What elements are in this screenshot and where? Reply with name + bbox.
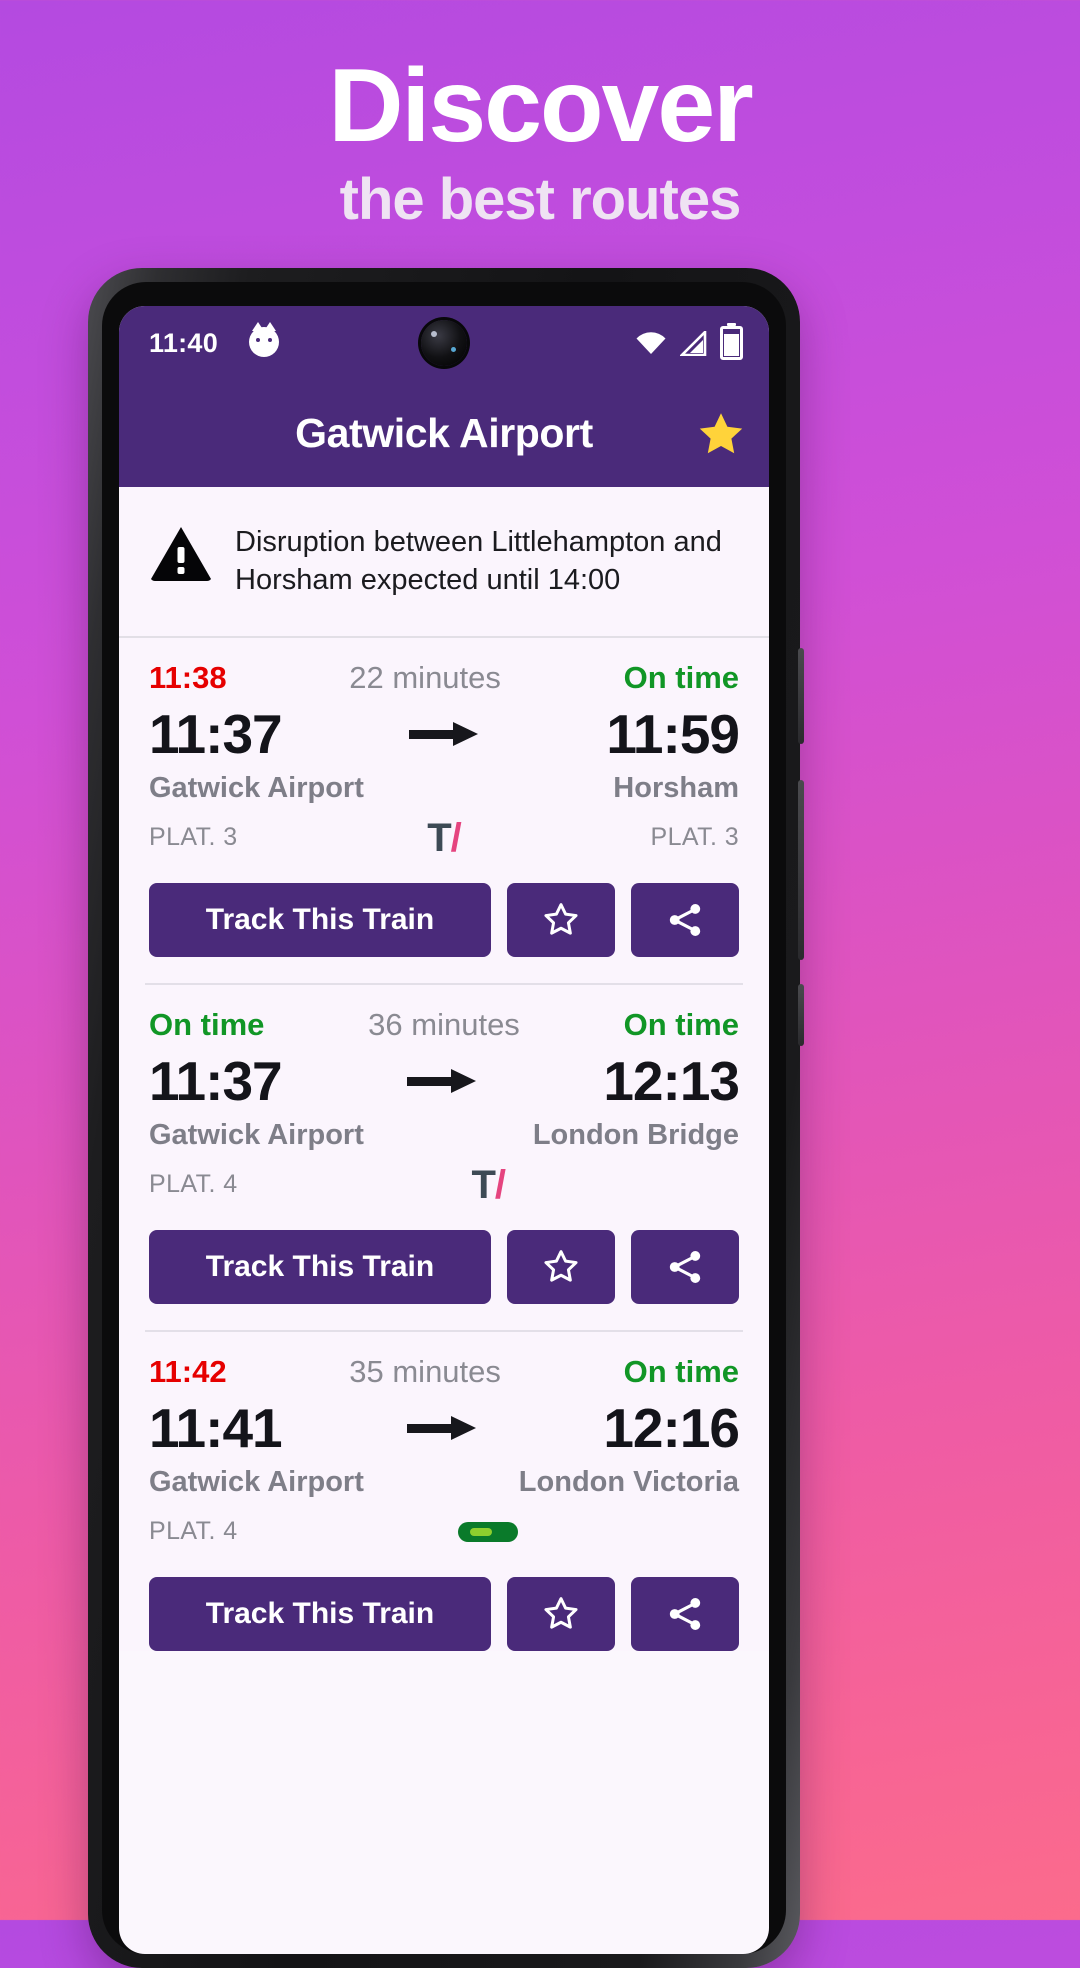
status-bar-time: 11:40 xyxy=(149,327,219,358)
promo-header: Discover the best routes xyxy=(0,0,1080,232)
origin-platform: PLAT. 3 xyxy=(149,823,238,852)
track-this-train-button[interactable]: Track This Train xyxy=(149,1229,491,1304)
status-bar: 11:40 xyxy=(119,306,769,380)
actions-row: Track This Train xyxy=(149,1576,739,1651)
arrival-status: On time xyxy=(623,1006,739,1042)
share-icon xyxy=(669,1597,701,1630)
status-row: On time 36 minutes On time xyxy=(149,1007,739,1043)
origin-platform: PLAT. 4 xyxy=(149,1517,238,1546)
phone-screen: 11:40 Gatwick Airport Disruption between… xyxy=(119,306,769,1954)
times-row: 11:37 12:13 xyxy=(149,1049,740,1113)
track-this-train-button[interactable]: Track This Train xyxy=(149,1576,491,1651)
disruption-text: Disruption between Littlehampton and Hor… xyxy=(235,526,722,597)
share-train-button[interactable] xyxy=(631,882,739,957)
star-outline-icon xyxy=(544,1249,578,1282)
expected-time: 11:42 xyxy=(149,1353,227,1389)
destination-station: Horsham xyxy=(613,771,739,804)
origin-station: Gatwick Airport xyxy=(149,1118,364,1151)
arrow-right-icon xyxy=(407,1415,477,1440)
star-filled-icon[interactable] xyxy=(697,410,745,458)
phone-volume-button xyxy=(798,780,804,960)
platform-row: PLAT. 4 xyxy=(149,1509,739,1555)
arrival-status: On time xyxy=(623,659,739,695)
share-train-button[interactable] xyxy=(631,1576,739,1651)
origin-station: Gatwick Airport xyxy=(149,1465,364,1498)
page-title: Gatwick Airport xyxy=(295,410,593,456)
departure-row[interactable]: On time 36 minutes On time 11:37 12:13 Gatwic… xyxy=(119,985,769,1304)
disruption-banner[interactable]: Disruption between Littlehampton and Hor… xyxy=(119,487,769,638)
wifi-icon xyxy=(636,332,666,354)
arrival-time: 11:59 xyxy=(606,702,740,765)
destination-platform: PLAT. 3 xyxy=(650,823,739,852)
operator-logo-thameslink: T/ xyxy=(471,1162,506,1207)
arrival-status: On time xyxy=(623,1353,739,1389)
stations-row: Gatwick Airport London Victoria xyxy=(149,1466,739,1499)
journey-duration: 35 minutes xyxy=(349,1353,501,1389)
origin-platform: PLAT. 4 xyxy=(149,1170,238,1199)
promo-title: Discover xyxy=(328,48,753,164)
phone-bezel: 11:40 Gatwick Airport Disruption between… xyxy=(102,282,786,1954)
favourite-train-button[interactable] xyxy=(507,1229,615,1304)
status-row: 11:42 35 minutes On time xyxy=(149,1354,739,1390)
arrival-time: 12:13 xyxy=(603,1049,740,1112)
times-row: 11:37 11:59 xyxy=(149,702,740,766)
destination-station: London Bridge xyxy=(532,1118,739,1151)
cellular-signal-icon xyxy=(680,330,707,356)
share-train-button[interactable] xyxy=(631,1229,739,1304)
share-icon xyxy=(669,903,701,936)
share-icon xyxy=(669,1250,701,1283)
favourite-train-button[interactable] xyxy=(507,882,615,957)
departure-time: 11:37 xyxy=(149,702,283,765)
operator-logo: T/ xyxy=(238,1165,740,1205)
phone-mockup: 11:40 Gatwick Airport Disruption between… xyxy=(88,268,804,1968)
battery-icon xyxy=(720,323,743,360)
stations-row: Gatwick Airport Horsham xyxy=(149,772,739,805)
operator-logo-southern xyxy=(458,1521,519,1542)
departure-list: 11:38 22 minutes On time 11:37 11:59 Gatwick … xyxy=(119,637,769,1651)
front-camera-punch-hole xyxy=(421,320,467,366)
departure-row[interactable]: 11:38 22 minutes On time 11:37 11:59 Gatwick … xyxy=(119,638,769,957)
platform-row: PLAT. 3 T/PLAT. 3 xyxy=(149,815,739,861)
arrow-right-icon xyxy=(407,1068,477,1093)
star-outline-icon xyxy=(544,902,578,935)
origin-station: Gatwick Airport xyxy=(149,771,364,804)
departure-time: 11:41 xyxy=(149,1396,283,1459)
journey-duration: 36 minutes xyxy=(368,1006,520,1042)
departure-row[interactable]: 11:42 35 minutes On time 11:41 12:16 Gatwick … xyxy=(119,1332,769,1651)
actions-row: Track This Train xyxy=(149,882,739,957)
arrow-right-icon xyxy=(409,721,478,746)
app-bar: Gatwick Airport xyxy=(119,380,769,487)
expected-time: 11:38 xyxy=(149,659,227,695)
expected-time: On time xyxy=(149,1006,265,1042)
star-outline-icon xyxy=(544,1596,578,1629)
stations-row: Gatwick Airport London Bridge xyxy=(149,1119,739,1152)
operator-logo: T/ xyxy=(238,818,651,858)
status-bar-icons xyxy=(635,323,743,360)
departure-time: 11:37 xyxy=(149,1049,283,1112)
operator-logo xyxy=(238,1521,740,1542)
phone-side-button xyxy=(798,648,804,744)
status-row: 11:38 22 minutes On time xyxy=(149,660,739,696)
warning-triangle-icon xyxy=(151,527,211,581)
cat-icon xyxy=(249,322,279,357)
operator-logo-thameslink: T/ xyxy=(427,815,462,860)
journey-duration: 22 minutes xyxy=(349,659,501,695)
times-row: 11:41 12:16 xyxy=(149,1396,740,1460)
track-this-train-button[interactable]: Track This Train xyxy=(149,882,491,957)
platform-row: PLAT. 4 T/ xyxy=(149,1162,739,1208)
actions-row: Track This Train xyxy=(149,1229,739,1304)
favourite-train-button[interactable] xyxy=(507,1576,615,1651)
promo-subtitle: the best routes xyxy=(339,167,742,233)
destination-station: London Victoria xyxy=(518,1465,739,1498)
phone-power-button xyxy=(798,984,804,1046)
arrival-time: 12:16 xyxy=(603,1396,740,1459)
